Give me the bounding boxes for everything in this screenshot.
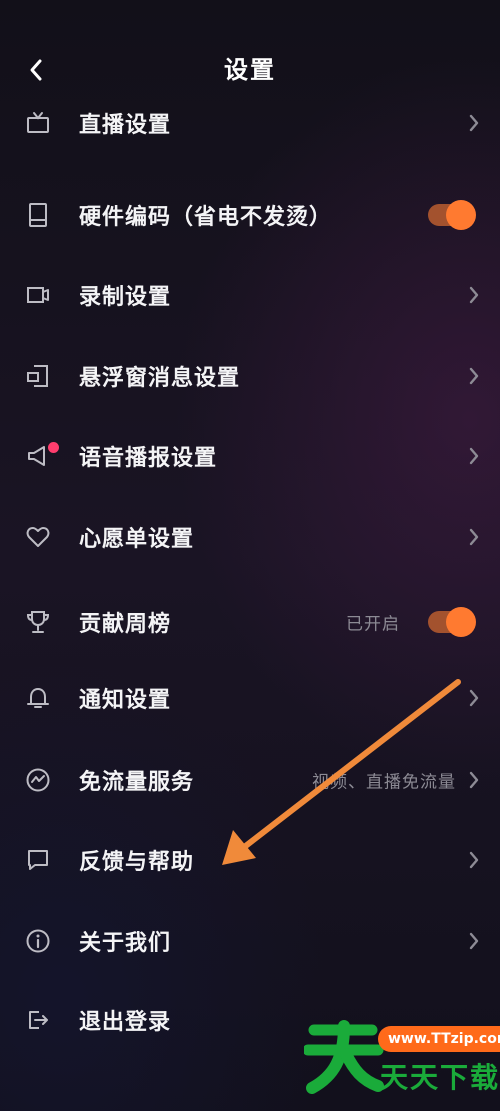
chat-bubble-icon bbox=[28, 850, 48, 870]
chevron-right-icon bbox=[469, 367, 479, 385]
info-icon bbox=[26, 929, 50, 953]
watermark: www.TTzip.com 天天下载 bbox=[304, 1018, 500, 1094]
settings-item-label: 贡献周榜 bbox=[79, 612, 172, 637]
chevron-right-icon bbox=[469, 286, 479, 304]
settings-item-label: 录制设置 bbox=[79, 285, 172, 310]
watermark-logo-icon bbox=[304, 1020, 384, 1094]
chevron-right-icon bbox=[469, 771, 479, 789]
settings-item-notifications[interactable]: 通知设置 bbox=[0, 659, 500, 737]
settings-item-label: 通知设置 bbox=[79, 688, 172, 713]
settings-screen: 设置 直播设置 硬件编码（省电不发烫） 录制设置 悬浮窗消息设置 语音播报设置 … bbox=[0, 0, 500, 1111]
settings-item-label: 硬件编码（省电不发烫） bbox=[79, 205, 333, 230]
free-data-description: 视频、直播免流量 bbox=[312, 772, 456, 793]
pulse-circle-icon bbox=[26, 768, 50, 792]
settings-item-label: 退出登录 bbox=[79, 1010, 172, 1035]
tablet-icon bbox=[29, 203, 47, 227]
settings-item-label: 直播设置 bbox=[79, 113, 172, 138]
settings-item-hardware-encoding: 硬件编码（省电不发烫） bbox=[0, 176, 500, 254]
settings-item-live[interactable]: 直播设置 bbox=[0, 84, 500, 162]
heart-icon bbox=[26, 527, 50, 547]
chevron-right-icon bbox=[469, 851, 479, 869]
settings-item-about[interactable]: 关于我们 bbox=[0, 902, 500, 980]
settings-item-label: 语音播报设置 bbox=[79, 446, 218, 471]
settings-item-floating-window[interactable]: 悬浮窗消息设置 bbox=[0, 337, 500, 415]
watermark-url: www.TTzip.com bbox=[378, 1026, 500, 1052]
settings-item-free-data[interactable]: 免流量服务 视频、直播免流量 bbox=[0, 741, 500, 819]
chevron-right-icon bbox=[469, 528, 479, 546]
settings-item-wishlist[interactable]: 心愿单设置 bbox=[0, 498, 500, 576]
hardware-encoding-toggle[interactable] bbox=[428, 200, 476, 230]
trophy-icon bbox=[26, 611, 50, 633]
chevron-right-icon bbox=[469, 932, 479, 950]
logout-icon bbox=[29, 1011, 48, 1029]
chevron-right-icon bbox=[469, 114, 479, 132]
settings-item-label: 免流量服务 bbox=[79, 770, 195, 795]
chevron-right-icon bbox=[469, 447, 479, 465]
notification-dot bbox=[48, 442, 59, 453]
back-arrow-icon bbox=[30, 59, 42, 81]
settings-item-label: 反馈与帮助 bbox=[79, 850, 195, 875]
settings-item-feedback[interactable]: 反馈与帮助 bbox=[0, 821, 500, 899]
weekly-ranking-toggle[interactable] bbox=[428, 607, 476, 637]
floating-window-icon bbox=[27, 365, 48, 387]
settings-item-label: 悬浮窗消息设置 bbox=[79, 366, 241, 391]
status-text: 已开启 bbox=[346, 614, 400, 635]
tv-icon bbox=[27, 112, 49, 133]
toggle-knob bbox=[446, 200, 476, 230]
chevron-right-icon bbox=[469, 689, 479, 707]
bell-icon bbox=[27, 688, 49, 708]
video-camera-icon bbox=[27, 287, 49, 303]
settings-item-weekly-ranking: 贡献周榜 已开启 bbox=[0, 583, 500, 661]
settings-item-label: 关于我们 bbox=[79, 931, 172, 956]
settings-item-recording[interactable]: 录制设置 bbox=[0, 256, 500, 334]
toggle-knob bbox=[446, 607, 476, 637]
settings-item-label: 心愿单设置 bbox=[79, 527, 195, 552]
settings-item-voice-broadcast[interactable]: 语音播报设置 bbox=[0, 417, 500, 495]
watermark-brand: 天天下载 bbox=[380, 1061, 500, 1094]
